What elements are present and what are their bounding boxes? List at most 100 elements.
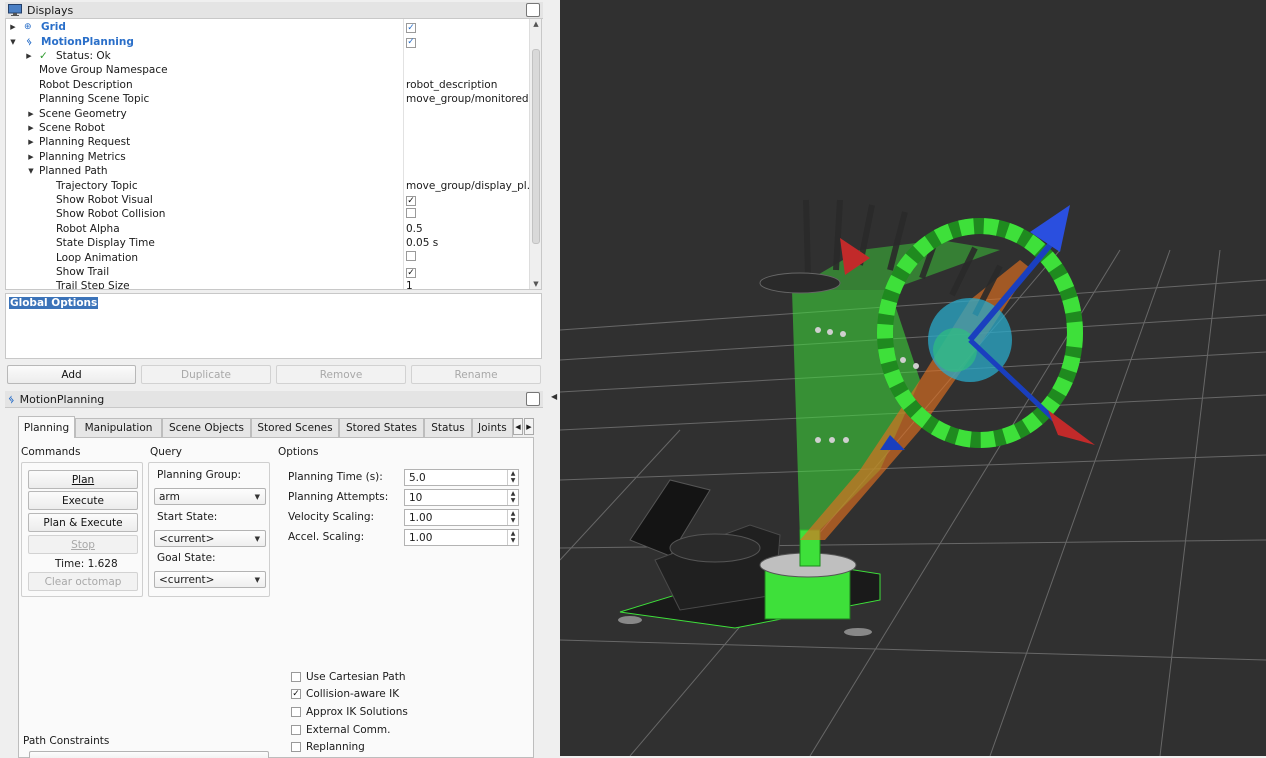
3d-scene[interactable] <box>560 0 1266 756</box>
tree-row-value[interactable]: ✓ <box>406 35 530 48</box>
collapse-left-icon[interactable]: ◀ <box>551 392 557 401</box>
spin-arrows-icon[interactable]: ▲ ▼ <box>507 490 518 505</box>
tree-row-motionplanning[interactable]: ▼ ᛃ MotionPlanning ✓ <box>6 34 530 48</box>
tab-manipulation[interactable]: Manipulation <box>75 418 162 437</box>
expand-arrow-icon[interactable]: ▶ <box>26 153 36 161</box>
tab-scroll-left-icon[interactable]: ◀ <box>513 418 523 435</box>
execute-button[interactable]: Execute <box>28 491 138 510</box>
grid-enabled-checkbox[interactable]: ✓ <box>406 23 416 34</box>
external-comm-checkbox[interactable] <box>291 725 301 735</box>
tree-scrollbar[interactable]: ▲ ▼ <box>529 19 541 289</box>
collapse-arrow-icon[interactable]: ▼ <box>26 167 36 175</box>
expand-arrow-icon[interactable]: ▶ <box>26 124 36 132</box>
tree-row-status[interactable]: ▶ ✓ Status: Ok <box>6 49 530 63</box>
panel-splitter[interactable]: ◀ <box>548 0 560 758</box>
tree-row-trail-step-size[interactable]: Trail Step Size 1 <box>6 279 530 289</box>
remove-button[interactable]: Remove <box>276 365 406 384</box>
displays-tree[interactable]: ▶ ⊕ Grid ✓ ▼ ᛃ MotionPlanning ✓ ▶ ✓ Stat… <box>5 18 542 290</box>
plan-button[interactable]: Plan <box>28 470 138 489</box>
tree-row-robot-alpha[interactable]: Robot Alpha 0.5 <box>6 222 530 236</box>
add-button[interactable]: Add <box>7 365 136 384</box>
rename-button[interactable]: Rename <box>411 365 541 384</box>
tree-row-value[interactable] <box>406 251 530 264</box>
planning-time-spinbox[interactable]: 5.0 ▲ ▼ <box>404 469 519 486</box>
motionplanning-enabled-checkbox[interactable]: ✓ <box>406 37 416 48</box>
tree-row-show-robot-visual[interactable]: Show Robot Visual ✓ <box>6 193 530 207</box>
tree-row-value[interactable]: 0.5 <box>406 223 530 235</box>
show-robot-collision-checkbox[interactable] <box>406 207 416 218</box>
path-constraints-select[interactable] <box>29 751 269 758</box>
motionplanning-title: MotionPlanning <box>19 392 105 406</box>
planning-attempts-spinbox[interactable]: 10 ▲ ▼ <box>404 489 519 506</box>
replanning-checkbox[interactable] <box>291 742 301 752</box>
show-robot-visual-checkbox[interactable]: ✓ <box>406 196 416 207</box>
tree-row-show-trail[interactable]: Show Trail ✓ <box>6 265 530 279</box>
tab-scene-objects[interactable]: Scene Objects <box>162 418 251 437</box>
scroll-down-icon[interactable]: ▼ <box>531 280 541 289</box>
use-cartesian-path-option[interactable]: Use Cartesian Path <box>291 671 406 683</box>
tree-row-value[interactable]: 1 <box>406 280 530 289</box>
arrow-handle-red[interactable] <box>1048 410 1095 445</box>
use-cartesian-path-checkbox[interactable] <box>291 672 301 682</box>
tree-row-show-robot-collision[interactable]: Show Robot Collision <box>6 207 530 221</box>
3d-viewport[interactable] <box>560 0 1266 756</box>
scrollbar-thumb[interactable] <box>532 49 540 244</box>
tree-row-planning-scene-topic[interactable]: Planning Scene Topic move_group/monitore… <box>6 92 530 106</box>
tree-row-value[interactable]: ✓ <box>406 21 530 34</box>
duplicate-button[interactable]: Duplicate <box>141 365 271 384</box>
expand-arrow-icon[interactable]: ▶ <box>24 52 34 60</box>
plan-execute-button[interactable]: Plan & Execute <box>28 513 138 532</box>
tree-row-scene-geometry[interactable]: ▶ Scene Geometry <box>6 106 530 120</box>
clear-octomap-button[interactable]: Clear octomap <box>28 572 138 591</box>
collapse-arrow-icon[interactable]: ▼ <box>8 38 18 46</box>
replanning-option[interactable]: Replanning <box>291 741 365 753</box>
tab-planning[interactable]: Planning <box>18 416 75 438</box>
loop-animation-checkbox[interactable] <box>406 251 416 262</box>
velocity-scaling-spinbox[interactable]: 1.00 ▲ ▼ <box>404 509 519 526</box>
tree-row-value[interactable]: ✓ <box>406 266 530 279</box>
motionplanning-float-button[interactable] <box>526 392 540 406</box>
tree-row-robot-description[interactable]: Robot Description robot_description <box>6 78 530 92</box>
accel-scaling-spinbox[interactable]: 1.00 ▲ ▼ <box>404 529 519 546</box>
tree-row-state-display-time[interactable]: State Display Time 0.05 s <box>6 236 530 250</box>
tree-row-value[interactable]: ✓ <box>406 194 530 207</box>
velocity-scaling-label: Velocity Scaling: <box>288 511 375 523</box>
approx-ik-solutions-option[interactable]: Approx IK Solutions <box>291 706 408 718</box>
tree-row-trajectory-topic[interactable]: Trajectory Topic move_group/display_pl..… <box>6 178 530 192</box>
tab-stored-states[interactable]: Stored States <box>339 418 424 437</box>
spin-arrows-icon[interactable]: ▲ ▼ <box>507 530 518 545</box>
tree-row-planning-metrics[interactable]: ▶ Planning Metrics <box>6 150 530 164</box>
expand-arrow-icon[interactable]: ▶ <box>26 110 36 118</box>
tree-row-grid[interactable]: ▶ ⊕ Grid ✓ <box>6 20 530 34</box>
tree-row-planning-request[interactable]: ▶ Planning Request <box>6 135 530 149</box>
spin-arrows-icon[interactable]: ▲ ▼ <box>507 470 518 485</box>
tab-scroll-right-icon[interactable]: ▶ <box>524 418 534 435</box>
options-section-title: Options <box>278 446 319 458</box>
expand-arrow-icon[interactable]: ▶ <box>8 23 18 31</box>
tree-row-value[interactable]: move_group/display_pl... <box>406 180 530 192</box>
tree-row-scene-robot[interactable]: ▶ Scene Robot <box>6 121 530 135</box>
spin-arrows-icon[interactable]: ▲ ▼ <box>507 510 518 525</box>
expand-arrow-icon[interactable]: ▶ <box>26 138 36 146</box>
show-trail-checkbox[interactable]: ✓ <box>406 268 416 279</box>
goal-state-select[interactable]: <current> ▼ <box>154 571 266 588</box>
tree-row-value[interactable]: 0.05 s <box>406 237 530 249</box>
tab-joints[interactable]: Joints <box>472 418 513 437</box>
tree-row-loop-animation[interactable]: Loop Animation <box>6 250 530 264</box>
tab-status[interactable]: Status <box>424 418 472 437</box>
displays-float-button[interactable] <box>526 3 540 17</box>
approx-ik-solutions-checkbox[interactable] <box>291 707 301 717</box>
tree-row-value[interactable]: robot_description <box>406 79 530 91</box>
tree-row-value[interactable]: move_group/monitored... <box>406 93 530 105</box>
collision-aware-ik-option[interactable]: ✓ Collision-aware IK <box>291 688 399 700</box>
external-comm-option[interactable]: External Comm. <box>291 724 390 736</box>
stop-button[interactable]: Stop <box>28 535 138 554</box>
collision-aware-ik-checkbox[interactable]: ✓ <box>291 689 301 699</box>
tree-row-value[interactable] <box>406 207 530 221</box>
tree-row-planned-path[interactable]: ▼ Planned Path <box>6 164 530 178</box>
scroll-up-icon[interactable]: ▲ <box>531 20 541 30</box>
start-state-select[interactable]: <current> ▼ <box>154 530 266 547</box>
tree-row-move-group-namespace[interactable]: Move Group Namespace <box>6 63 530 77</box>
tab-stored-scenes[interactable]: Stored Scenes <box>251 418 339 437</box>
planning-group-select[interactable]: arm ▼ <box>154 488 266 505</box>
